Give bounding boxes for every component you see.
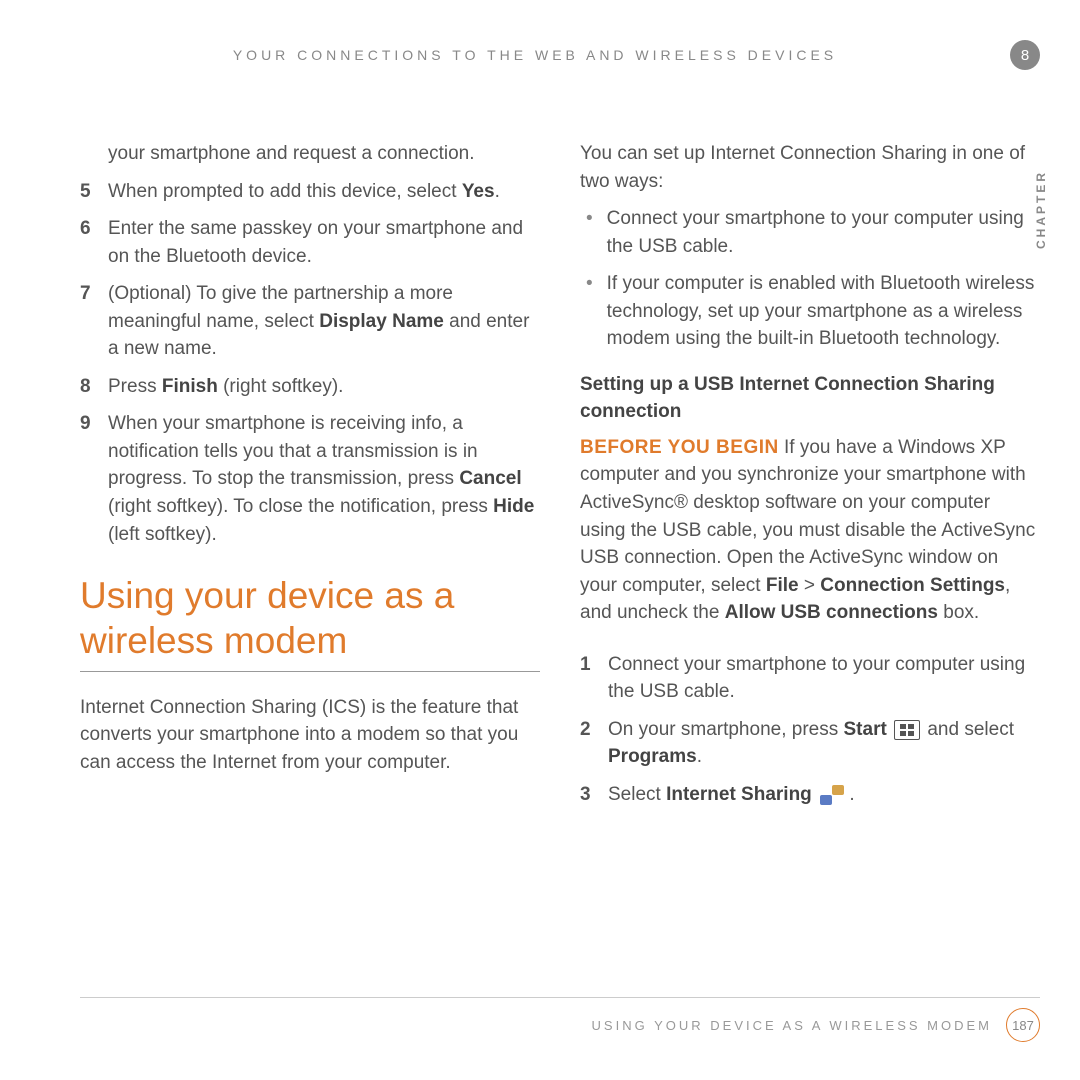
page-footer: USING YOUR DEVICE AS A WIRELESS MODEM 18…	[80, 997, 1040, 1042]
step-body: (Optional) To give the partnership a mor…	[108, 280, 540, 363]
content-columns: your smartphone and request a connection…	[80, 140, 1040, 818]
document-page: YOUR CONNECTIONS TO THE WEB AND WIRELESS…	[0, 0, 1080, 1080]
step-7: 7 (Optional) To give the partnership a m…	[80, 280, 540, 363]
right-column: You can set up Internet Connection Shari…	[580, 140, 1040, 818]
step-number: 9	[80, 410, 94, 548]
right-step-2: 2 On your smartphone, press Start and se…	[580, 716, 1040, 771]
step-number: 5	[80, 178, 94, 206]
right-step-1: 1 Connect your smartphone to your comput…	[580, 651, 1040, 706]
step-number: 6	[80, 215, 94, 270]
step-body: When prompted to add this device, select…	[108, 178, 540, 206]
bullet-bluetooth: • If your computer is enabled with Bluet…	[580, 270, 1040, 353]
page-number-badge: 187	[1006, 1008, 1040, 1042]
bullet-dot-icon: •	[586, 270, 593, 353]
step-8: 8 Press Finish (right softkey).	[80, 373, 540, 401]
step-9: 9 When your smartphone is receiving info…	[80, 410, 540, 548]
step-number: 2	[580, 716, 594, 771]
footer-section-title: USING YOUR DEVICE AS A WIRELESS MODEM	[592, 1018, 992, 1033]
step-number: 8	[80, 373, 94, 401]
ics-paragraph: Internet Connection Sharing (ICS) is the…	[80, 694, 540, 777]
right-step-3: 3 Select Internet Sharing .	[580, 781, 1040, 809]
step-number: 3	[580, 781, 594, 809]
step-body: Connect your smartphone to your computer…	[608, 651, 1040, 706]
step-number: 1	[580, 651, 594, 706]
chapter-number-badge: 8	[1010, 40, 1040, 70]
step-5: 5 When prompted to add this device, sele…	[80, 178, 540, 206]
step-body: When your smartphone is receiving info, …	[108, 410, 540, 548]
step-body: On your smartphone, press Start and sele…	[608, 716, 1040, 771]
page-header: YOUR CONNECTIONS TO THE WEB AND WIRELESS…	[80, 40, 1040, 70]
intro-fragment: your smartphone and request a connection…	[80, 140, 540, 168]
left-column: your smartphone and request a connection…	[80, 140, 540, 818]
chapter-label: CHAPTER	[1034, 170, 1048, 249]
step-body: Press Finish (right softkey).	[108, 373, 540, 401]
step-body: Select Internet Sharing .	[608, 781, 1040, 809]
sub-heading-usb-ics: Setting up a USB Internet Connection Sha…	[580, 371, 1040, 426]
bullet-text: If your computer is enabled with Bluetoo…	[607, 270, 1040, 353]
before-you-begin-paragraph: BEFORE YOU BEGIN If you have a Windows X…	[580, 434, 1040, 627]
header-title: YOUR CONNECTIONS TO THE WEB AND WIRELESS…	[80, 47, 990, 63]
step-body: Enter the same passkey on your smartphon…	[108, 215, 540, 270]
bullet-text: Connect your smartphone to your computer…	[607, 205, 1040, 260]
windows-start-icon	[894, 720, 920, 740]
bullet-usb: • Connect your smartphone to your comput…	[580, 205, 1040, 260]
right-intro: You can set up Internet Connection Shari…	[580, 140, 1040, 195]
internet-sharing-icon	[820, 785, 844, 805]
bullet-dot-icon: •	[586, 205, 593, 260]
step-6: 6 Enter the same passkey on your smartph…	[80, 215, 540, 270]
step-number: 7	[80, 280, 94, 363]
section-heading-wireless-modem: Using your device as a wireless modem	[80, 574, 540, 672]
before-you-begin-label: BEFORE YOU BEGIN	[580, 437, 779, 458]
